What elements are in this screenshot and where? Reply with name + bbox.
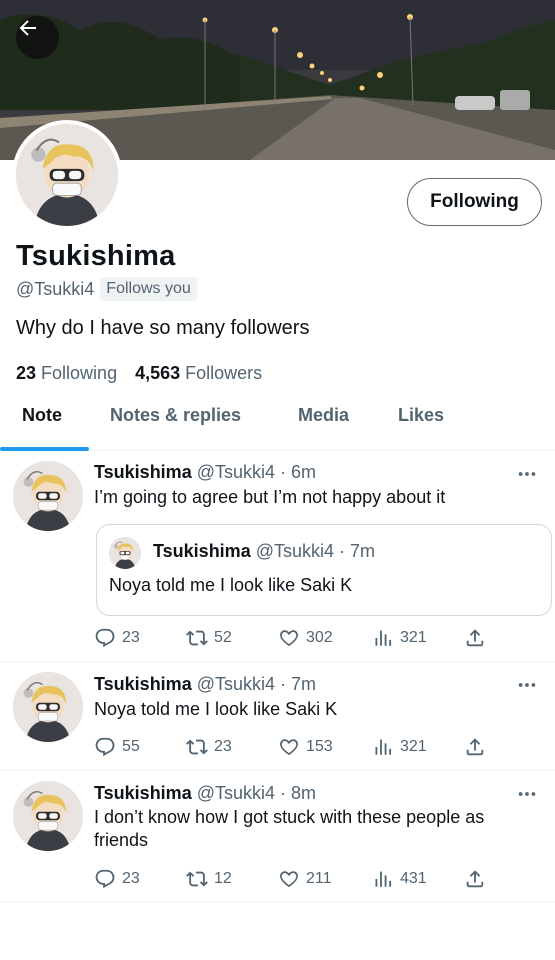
- views-icon: [372, 736, 394, 758]
- heart-icon: [278, 736, 300, 758]
- reply-button[interactable]: 23: [94, 627, 140, 649]
- like-count: 211: [306, 870, 332, 887]
- views-count: 431: [400, 870, 427, 887]
- quoted-tweet-text: Noya told me I look like Saki K: [109, 575, 353, 595]
- views-count: 321: [400, 629, 427, 646]
- like-button[interactable]: 211: [278, 868, 332, 890]
- tab-notes-replies[interactable]: Notes & replies: [110, 405, 241, 426]
- tweet-actions: 23 52 302 321: [94, 627, 494, 651]
- followers-label: Followers: [185, 363, 263, 383]
- tab-likes[interactable]: Likes: [398, 405, 444, 426]
- retweet-button[interactable]: 52: [186, 627, 232, 649]
- more-options-button[interactable]: [516, 674, 538, 701]
- retweet-icon: [186, 627, 208, 649]
- tab-media[interactable]: Media: [298, 405, 349, 426]
- reply-button[interactable]: 55: [94, 736, 140, 758]
- reply-count: 23: [122, 870, 140, 887]
- like-button[interactable]: 302: [278, 627, 333, 649]
- views-button[interactable]: 431: [372, 868, 427, 890]
- more-horizontal-icon: [516, 674, 538, 696]
- quoted-tweet-avatar: [109, 537, 141, 569]
- reply-count: 23: [122, 629, 140, 646]
- views-button[interactable]: 321: [372, 736, 427, 758]
- like-count: 302: [306, 629, 333, 646]
- share-button[interactable]: [464, 736, 486, 758]
- retweet-count: 23: [214, 738, 232, 755]
- heart-icon: [278, 627, 300, 649]
- like-count: 153: [306, 738, 333, 755]
- following-link[interactable]: 23 Following: [16, 363, 117, 384]
- tweet[interactable]: Tsukishima @Tsukki4 · 8m I don’t know ho…: [0, 771, 555, 902]
- tweet-text: I’m going to agree but I’m not happy abo…: [94, 487, 446, 507]
- views-icon: [372, 627, 394, 649]
- reply-icon: [94, 627, 116, 649]
- tweet-header: Tsukishima @Tsukki4 · 6m: [94, 462, 316, 483]
- views-icon: [372, 868, 394, 890]
- tweet-header: Tsukishima @Tsukki4 · 8m: [94, 783, 316, 804]
- profile-stats: 23 Following 4,563 Followers: [16, 363, 262, 384]
- following-count: 23: [16, 363, 37, 383]
- profile-handle: @Tsukki4: [16, 278, 95, 299]
- views-button[interactable]: 321: [372, 627, 427, 649]
- avatar-illustration: [13, 461, 83, 531]
- following-label: Following: [41, 363, 118, 383]
- tweet-avatar[interactable]: [13, 461, 83, 531]
- tab-note[interactable]: Note: [22, 405, 62, 426]
- tweet-text: Noya told me I look like Saki K: [94, 699, 338, 719]
- retweet-icon: [186, 736, 208, 758]
- views-count: 321: [400, 738, 427, 755]
- more-horizontal-icon: [516, 783, 538, 805]
- avatar-illustration: [109, 537, 141, 569]
- share-icon: [464, 736, 486, 758]
- retweet-icon: [186, 868, 208, 890]
- followers-link[interactable]: 4,563 Followers: [135, 363, 262, 384]
- tweet-author-name: Tsukishima: [94, 783, 192, 803]
- tweet-avatar[interactable]: [13, 672, 83, 742]
- share-icon: [464, 627, 486, 649]
- reply-icon: [94, 868, 116, 890]
- retweet-count: 52: [214, 629, 232, 646]
- tweet-meta: @Tsukki4 · 7m: [196, 674, 317, 694]
- share-button[interactable]: [464, 627, 486, 649]
- quoted-meta: @Tsukki4 · 7m: [255, 541, 376, 561]
- more-horizontal-icon: [516, 463, 538, 485]
- quoted-tweet[interactable]: Tsukishima @Tsukki4 · 7m Noya told me I …: [96, 524, 552, 616]
- reply-icon: [94, 736, 116, 758]
- arrow-left-icon: [19, 20, 36, 36]
- retweet-button[interactable]: 23: [186, 736, 232, 758]
- reply-count: 55: [122, 738, 140, 755]
- profile-name: Tsukishima: [16, 240, 176, 272]
- retweet-button[interactable]: 12: [186, 868, 232, 890]
- avatar-illustration: [16, 124, 118, 226]
- tweet-author-name: Tsukishima: [94, 674, 192, 694]
- tweet-text: I don’t know how I got stuck with these …: [94, 807, 485, 850]
- following-button[interactable]: Following: [407, 178, 542, 226]
- retweet-count: 12: [214, 870, 232, 887]
- profile-tabs: Note Notes & replies Media Likes: [0, 395, 555, 451]
- tweet-meta: @Tsukki4 · 8m: [196, 783, 317, 803]
- tweet-avatar[interactable]: [13, 781, 83, 851]
- back-button[interactable]: [16, 16, 59, 59]
- quoted-author-name: Tsukishima: [153, 541, 251, 561]
- profile-bio: Why do I have so many followers: [16, 317, 310, 339]
- tweet-actions: 23 12 211 431: [94, 868, 494, 892]
- follows-you-badge: Follows you: [100, 277, 197, 301]
- like-button[interactable]: 153: [278, 736, 333, 758]
- profile-avatar[interactable]: [12, 120, 122, 230]
- handle-row: @Tsukki4 Follows you: [16, 277, 197, 301]
- tweet[interactable]: Tsukishima @Tsukki4 · 7m Noya told me I …: [0, 662, 555, 771]
- reply-button[interactable]: 23: [94, 868, 140, 890]
- tweet-actions: 55 23 153 321: [94, 736, 494, 760]
- followers-count: 4,563: [135, 363, 181, 383]
- tweet-author-name: Tsukishima: [94, 462, 192, 482]
- tweet-meta: @Tsukki4 · 6m: [196, 462, 317, 482]
- heart-icon: [278, 868, 300, 890]
- avatar-illustration: [13, 672, 83, 742]
- share-button[interactable]: [464, 868, 486, 890]
- share-icon: [464, 868, 486, 890]
- tweet-header: Tsukishima @Tsukki4 · 7m: [94, 674, 316, 695]
- quoted-tweet-header: Tsukishima @Tsukki4 · 7m: [153, 541, 375, 562]
- avatar-illustration: [13, 781, 83, 851]
